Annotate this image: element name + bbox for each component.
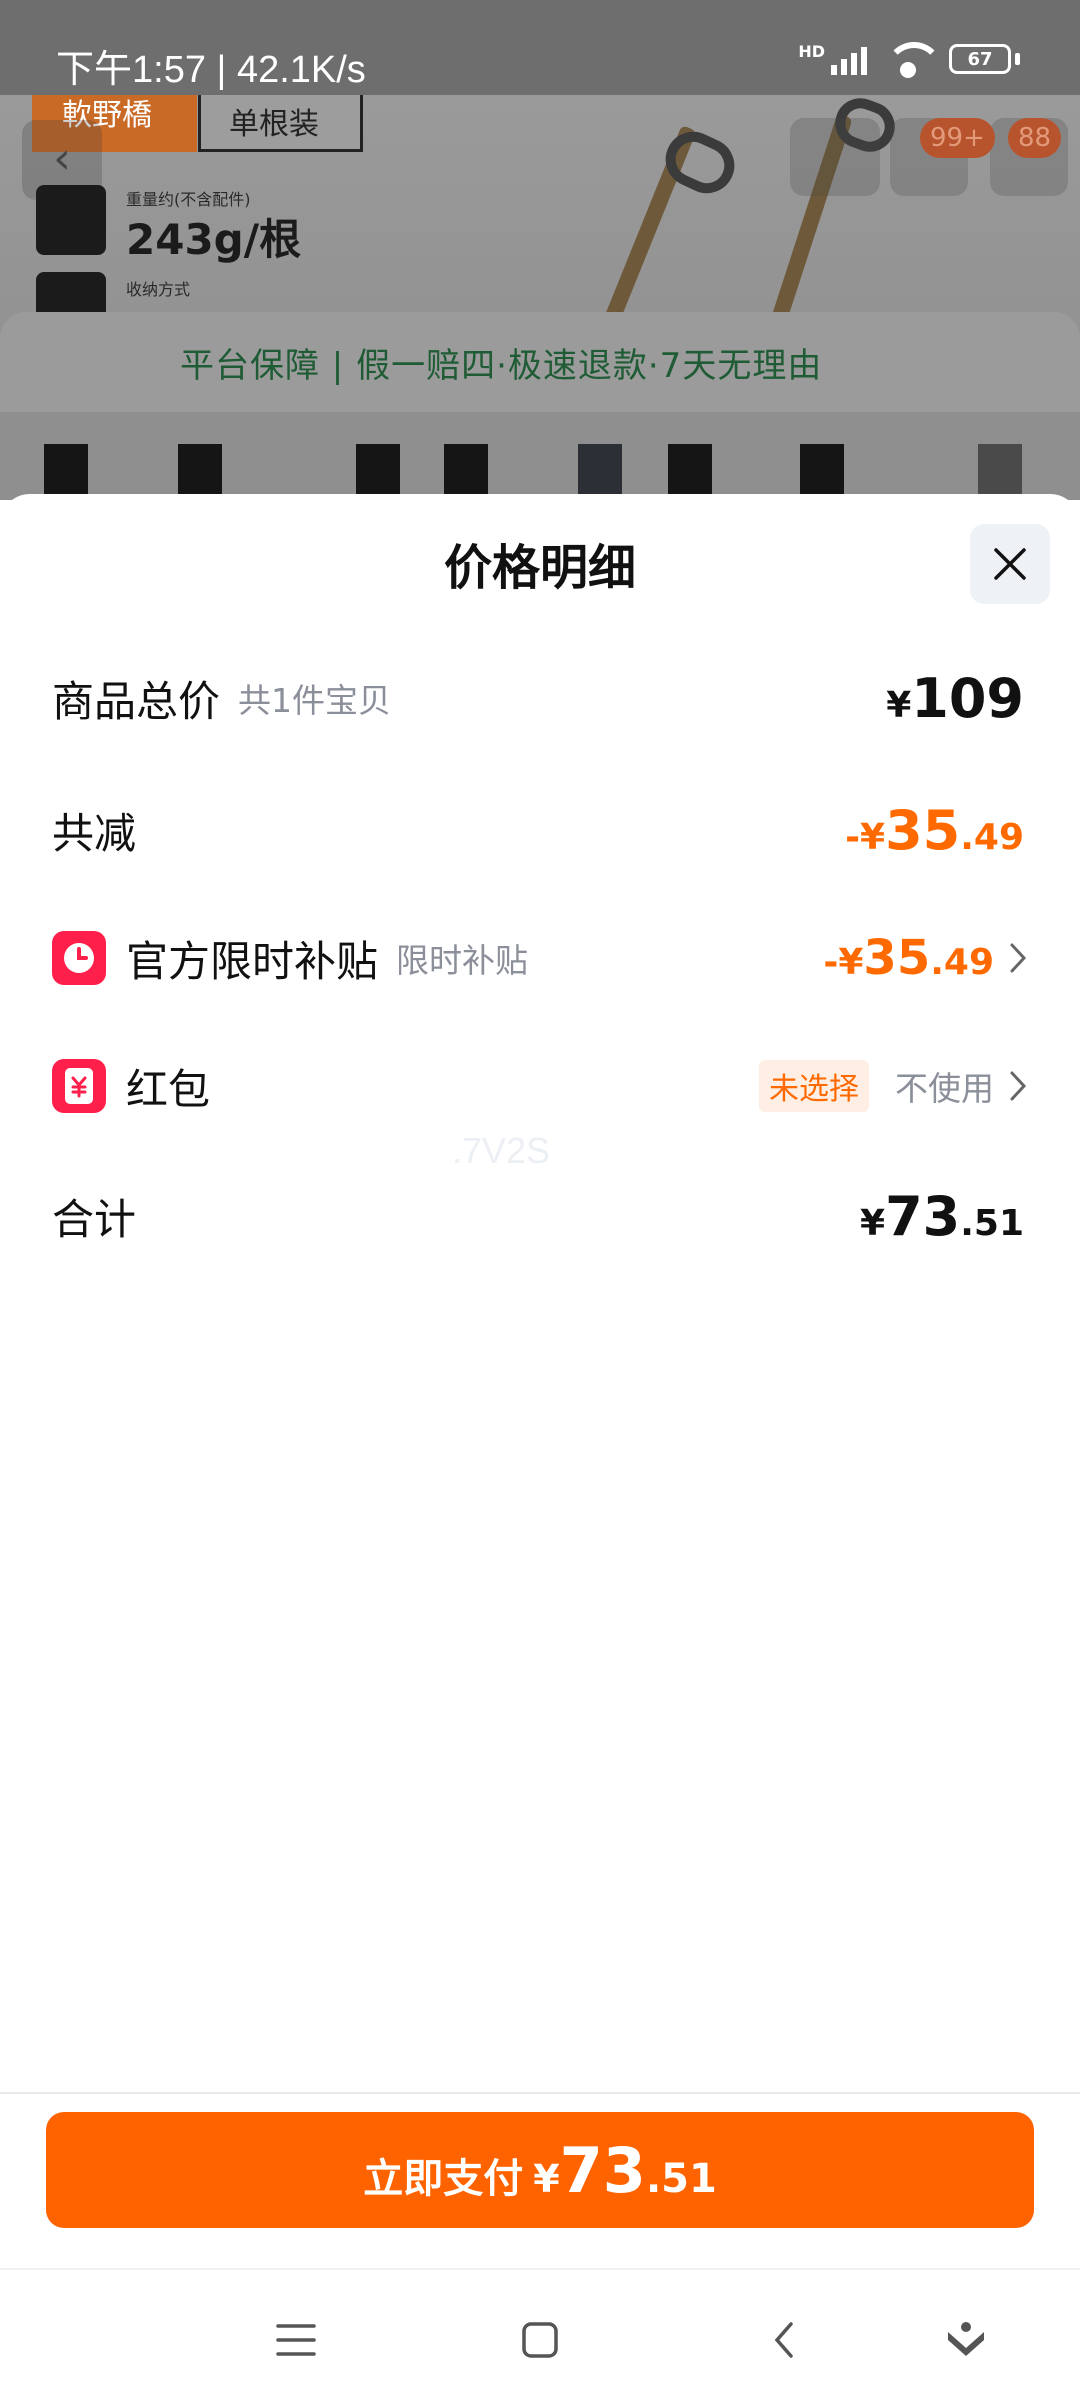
sku-thumb xyxy=(44,444,88,494)
row-total-price: 商品总价 共1件宝贝 ¥109 xyxy=(52,658,1028,738)
share-icon xyxy=(790,118,880,196)
currency: ¥ xyxy=(860,1202,886,1244)
sku-thumb xyxy=(578,444,622,494)
unselected-tag: 未选择 xyxy=(759,1060,869,1112)
back-icon xyxy=(774,2322,793,2358)
row-sub: 限时补贴 xyxy=(396,941,529,980)
price-int: 109 xyxy=(911,666,1024,730)
pay-dec: .51 xyxy=(645,2156,717,2202)
sum-value: ¥73.51 xyxy=(860,1185,1024,1248)
row-red-packet[interactable]: 红包 未选择 不使用 xyxy=(52,1046,1028,1126)
clock-icon xyxy=(52,931,106,985)
status-icons: HD 67 xyxy=(798,42,1020,78)
feather-icon xyxy=(36,185,106,255)
weight-value: 243g/根 xyxy=(126,215,302,264)
currency: -¥ xyxy=(845,816,886,858)
assistant-icon xyxy=(948,2322,984,2356)
battery-level: 67 xyxy=(967,48,993,70)
menu-button[interactable] xyxy=(266,2310,326,2370)
row-label: 红包 xyxy=(126,1064,211,1114)
subsidy-value: -¥ 35.49 xyxy=(823,930,994,986)
row-label: 合计 xyxy=(52,1194,137,1244)
cart-badge: 99+ xyxy=(920,118,995,158)
currency: ¥ xyxy=(886,684,912,726)
pay-label: 立即支付 xyxy=(363,2156,524,2202)
row-sub: 共1件宝贝 xyxy=(238,681,392,720)
price-dec: .49 xyxy=(960,816,1024,858)
sku-thumb xyxy=(978,444,1022,494)
price-int: 73 xyxy=(885,1184,961,1248)
divider xyxy=(0,2092,1080,2094)
pay-int: 73 xyxy=(559,2134,646,2207)
sku-thumb xyxy=(178,444,222,494)
watermark: .7V2S xyxy=(452,1130,551,1171)
chevron-right-icon xyxy=(1010,943,1027,973)
not-used-label: 不使用 xyxy=(895,1069,994,1108)
status-bar: 下午1:57 | 42.1K/s HD 67 xyxy=(0,0,1080,95)
guarantee-text: 平台保障 | 假一赔四·极速退款·7天无理由 xyxy=(180,346,823,386)
sku-thumb xyxy=(444,444,488,494)
row-sum: 合计 ¥73.51 xyxy=(52,1176,1028,1256)
chevron-right-icon xyxy=(1010,1071,1027,1101)
discount-value: -¥ 35.49 xyxy=(845,799,1024,862)
menu-icon xyxy=(276,2324,316,2356)
home-icon xyxy=(522,2322,558,2358)
sku-strip xyxy=(0,412,1080,500)
pay-now-button[interactable]: 立即支付 ¥73.51 xyxy=(46,2112,1034,2228)
close-icon xyxy=(994,548,1026,580)
more-badge: 88 xyxy=(1008,118,1062,158)
fold-label: 收纳方式 xyxy=(126,280,191,299)
home-button[interactable] xyxy=(510,2310,570,2370)
row-discount: 共减 -¥ 35.49 xyxy=(52,790,1028,870)
hd-label: HD xyxy=(798,42,825,61)
red-packet-icon xyxy=(52,1059,106,1113)
wifi-icon xyxy=(885,42,943,78)
assistant-button[interactable] xyxy=(936,2310,996,2370)
battery-icon: 67 xyxy=(949,44,1011,74)
sku-thumb xyxy=(668,444,712,494)
close-button[interactable] xyxy=(970,524,1050,604)
row-subsidy[interactable]: 官方限时补贴 限时补贴 -¥ 35.49 xyxy=(52,918,1028,998)
pay-currency: ¥ xyxy=(533,2157,560,2201)
row-label: 官方限时补贴 xyxy=(126,936,379,986)
price-dec: .51 xyxy=(960,1202,1024,1244)
sku-thumb xyxy=(356,444,400,494)
signal-icon xyxy=(831,43,867,75)
currency: -¥ xyxy=(823,942,864,983)
price-int: 35 xyxy=(885,798,961,862)
back-button[interactable] xyxy=(754,2310,814,2370)
sku-thumb xyxy=(800,444,844,494)
price-dec: .49 xyxy=(930,942,994,983)
price-int: 35 xyxy=(863,930,931,986)
status-time: 下午1:57 | 42.1K/s xyxy=(56,49,366,91)
system-nav-bar xyxy=(0,2270,1080,2400)
total-price-value: ¥109 xyxy=(886,667,1024,730)
row-label: 商品总价 xyxy=(52,676,221,726)
row-label: 共减 xyxy=(52,808,137,858)
battery-tip xyxy=(1015,53,1020,65)
sheet-title: 价格明细 xyxy=(443,540,636,596)
red-packet-status: 未选择 不使用 xyxy=(759,1060,1028,1112)
